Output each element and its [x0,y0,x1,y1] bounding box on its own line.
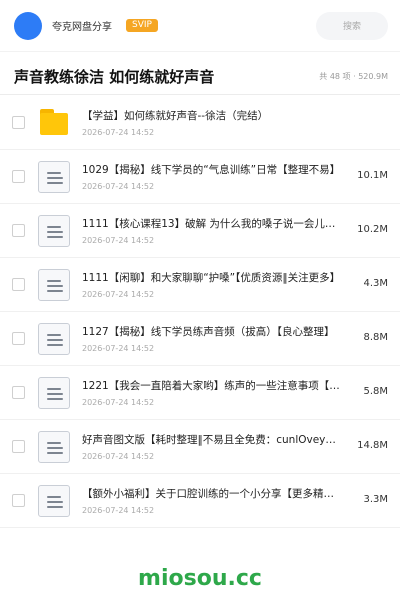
file-name: 好声音图文版【耗时整理‖不易且全免费：cunlOveyou】 [82,434,342,446]
file-size: 8.8M [363,332,388,343]
folder-icon [38,107,70,139]
file-list: 【学益】如何练就好声音--徐洁（完结） 2026-07-24 14:52 1029【… [0,96,400,528]
row-checkbox[interactable] [12,386,25,399]
file-size: 3.3M [363,494,388,505]
row-checkbox[interactable] [12,332,25,345]
file-name: 【额外小福利】关于口腔训练的一个小分享【更多精选‖关注】 [82,488,342,500]
row-checkbox[interactable] [12,170,25,183]
document-icon [38,485,70,517]
file-row[interactable]: 1111【核心课程13】破解 为什么我的嗓子说一会儿就哑 2026-07-24 1… [0,204,400,258]
folder-title-bar: 声音教练徐洁 如何练就好声音 共 48 项 · 520.9M [0,58,400,94]
file-date: 2026-07-24 14:52 [82,398,155,407]
document-icon [38,269,70,301]
row-checkbox[interactable] [12,278,25,291]
file-date: 2026-07-24 14:52 [82,452,155,461]
file-row[interactable]: 1111【闲聊】和大家聊聊“护嗓”【优质资源‖关注更多】 2026-07-24 1… [0,258,400,312]
document-icon [38,377,70,409]
file-date: 2026-07-24 14:52 [82,128,155,137]
file-name: 1111【核心课程13】破解 为什么我的嗓子说一会儿就哑 [82,218,342,230]
file-size: 10.2M [357,224,388,235]
svip-badge[interactable]: SVIP [126,19,158,32]
file-date: 2026-07-24 14:52 [82,344,155,353]
document-icon [38,323,70,355]
folder-meta: 共 48 项 · 520.9M [319,71,388,81]
avatar[interactable] [14,11,42,40]
file-name: 1111【闲聊】和大家聊聊“护嗓”【优质资源‖关注更多】 [82,272,341,284]
file-name: 1127【揭秘】线下学员练声音频（拔高）【良心整理】 [82,326,335,338]
file-size: 4.3M [363,278,388,289]
file-row[interactable]: 【额外小福利】关于口腔训练的一个小分享【更多精选‖关注】 2026-07-24 1… [0,474,400,528]
file-row[interactable]: 1221【我会一直陪着大家哟】练声的一些注意事项【整理】 2026-07-24 1… [0,366,400,420]
file-row[interactable]: 1127【揭秘】线下学员练声音频（拔高）【良心整理】 2026-07-24 14:… [0,312,400,366]
file-name: 1029【揭秘】线下学员的“气息训练”日常【整理不易】 [82,164,341,176]
file-name: 【学益】如何练就好声音--徐洁（完结） [82,110,269,122]
app-header: 夸克网盘分享 SVIP 搜索 [0,0,400,52]
search-input[interactable]: 搜索 [316,11,388,40]
document-icon [38,215,70,247]
file-date: 2026-07-24 14:52 [82,290,155,299]
file-row[interactable]: 【学益】如何练就好声音--徐洁（完结） 2026-07-24 14:52 [0,96,400,150]
file-date: 2026-07-24 14:52 [82,506,155,515]
page-title: 声音教练徐洁 如何练就好声音 [14,67,215,86]
row-checkbox[interactable] [12,494,25,507]
file-date: 2026-07-24 14:52 [82,236,155,245]
file-name: 1221【我会一直陪着大家哟】练声的一些注意事项【整理】 [82,380,342,392]
divider [0,94,400,95]
watermark: miosou.cc [138,566,262,591]
file-date: 2026-07-24 14:52 [82,182,155,191]
file-size: 14.8M [357,440,388,451]
file-size: 10.1M [357,170,388,181]
document-icon [38,431,70,463]
file-size: 5.8M [363,386,388,397]
file-row[interactable]: 好声音图文版【耗时整理‖不易且全免费：cunlOveyou】 2026-07-24… [0,420,400,474]
app-name: 夸克网盘分享 [52,22,112,33]
row-checkbox[interactable] [12,440,25,453]
row-checkbox[interactable] [12,224,25,237]
file-row[interactable]: 1029【揭秘】线下学员的“气息训练”日常【整理不易】 2026-07-24 14… [0,150,400,204]
document-icon [38,161,70,193]
row-checkbox[interactable] [12,116,25,129]
